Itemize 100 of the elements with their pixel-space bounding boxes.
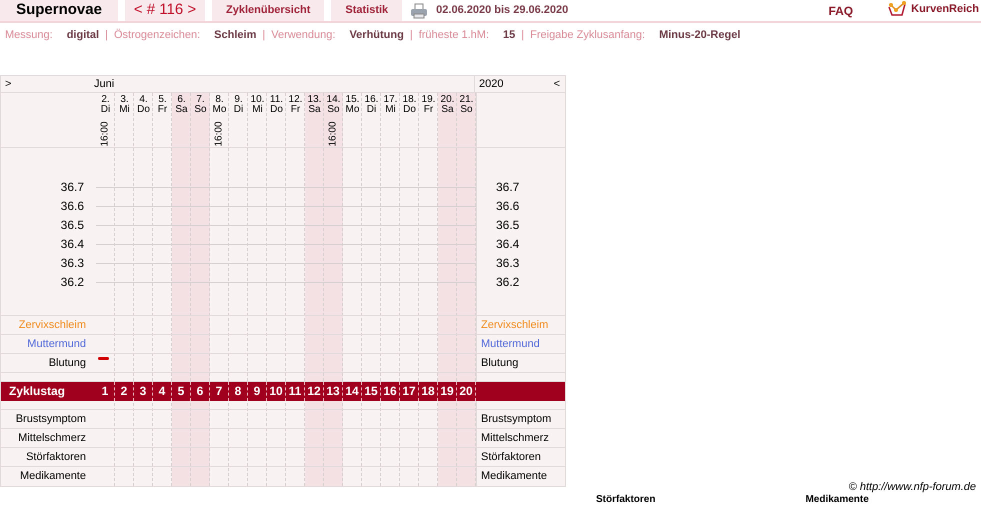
setting-label: Freigabe Zyklusanfang: xyxy=(530,28,646,43)
setting-value: digital xyxy=(66,28,100,43)
date-label: 13. xyxy=(308,95,322,105)
faq-link[interactable]: FAQ xyxy=(828,2,854,20)
weekday-label: Fr xyxy=(424,105,434,115)
setting-value: Verhütung xyxy=(349,28,404,43)
date-label: 4. xyxy=(139,95,148,105)
weekday-label: Do xyxy=(403,105,416,115)
weekday-label: So xyxy=(460,105,473,115)
row-label: Zervixschleim xyxy=(480,318,550,333)
weekday-label: Do xyxy=(270,105,283,115)
row-label: Medikamente xyxy=(480,469,548,484)
separator: | xyxy=(105,28,108,43)
temperature-label: 36.6 xyxy=(496,198,520,215)
weekday-label: Do xyxy=(137,105,150,115)
setting-value: 15 xyxy=(503,28,516,43)
row-label: Blutung xyxy=(48,356,87,371)
separator: | xyxy=(410,28,413,43)
date-label: 14. xyxy=(326,95,340,105)
row-label: Brustsymptom xyxy=(480,412,552,427)
date-label: 17. xyxy=(384,95,398,105)
row-label: Muttermund xyxy=(480,337,541,352)
cycle-day-number: 20 xyxy=(457,382,476,401)
weekday-label: So xyxy=(327,105,340,115)
legend-heading: Medikamente xyxy=(805,494,869,506)
page-title: Supernovae xyxy=(0,0,118,21)
weekday-label: Mi xyxy=(385,105,396,115)
tab[interactable]: Zyklenübersicht xyxy=(212,0,324,21)
weekday-label: Fr xyxy=(158,105,168,115)
chart-logo-icon xyxy=(887,1,908,17)
copyright-link[interactable]: © http://www.nfp-forum.de xyxy=(848,481,976,494)
cycle-day-number: 12 xyxy=(305,382,324,401)
weekday-label: Di xyxy=(234,105,244,115)
weekday-label: Sa xyxy=(175,105,188,115)
row-label: Medikamente xyxy=(18,469,87,484)
cycle-day-number: 4 xyxy=(153,382,172,401)
weekday-label: Fr xyxy=(290,105,300,115)
time-label: 16:00 xyxy=(214,121,224,147)
cycle-day-number: 19 xyxy=(438,382,457,401)
date-label: 5. xyxy=(158,95,167,105)
date-label: 10. xyxy=(250,95,264,105)
cycle-day-number: 11 xyxy=(286,382,305,401)
time-label: 16:00 xyxy=(328,121,338,147)
date-label: 8. xyxy=(215,95,224,105)
legend-heading: Störfaktoren xyxy=(596,494,656,506)
setting-value: Minus-20-Regel xyxy=(659,28,740,43)
date-label: 21. xyxy=(460,95,474,105)
cycle-navigation[interactable]: < # 116 > xyxy=(125,0,205,21)
date-label: 11. xyxy=(270,95,284,105)
row-label: Störfaktoren xyxy=(480,450,542,465)
date-label: 6. xyxy=(177,95,186,105)
date-label: 16. xyxy=(364,95,378,105)
temperature-label: 36.4 xyxy=(496,236,520,253)
setting-value: Schleim xyxy=(214,28,256,43)
row-label: Brustsymptom xyxy=(14,412,87,427)
row-label: Zyklustag xyxy=(8,383,66,400)
row-label: Mittelschmerz xyxy=(17,431,87,446)
cycle-day-number: 13 xyxy=(324,382,343,401)
row-label: Blutung xyxy=(480,356,520,371)
cycle-day-number: 6 xyxy=(191,382,210,401)
next-button[interactable]: < xyxy=(554,76,565,92)
month-label: Juni xyxy=(94,76,116,92)
weekday-label: Di xyxy=(100,105,110,115)
cycle-day-number: 10 xyxy=(267,382,286,401)
temperature-label: 36.7 xyxy=(60,179,84,196)
cycle-day-number: 8 xyxy=(229,382,248,401)
setting-label: Verwendung: xyxy=(271,28,336,43)
date-label: 20. xyxy=(440,95,454,105)
time-label: 16:00 xyxy=(100,121,110,147)
cycle-day-number: 17 xyxy=(400,382,419,401)
date-label: 15. xyxy=(346,95,360,105)
setting-label: früheste 1.hM: xyxy=(418,28,490,43)
date-label: 7. xyxy=(196,95,205,105)
year-label: 2020 xyxy=(474,76,554,92)
weekday-label: Sa xyxy=(441,105,454,115)
date-label: 18. xyxy=(402,95,416,105)
setting-label: Östrogenzeichen: xyxy=(114,28,200,43)
cycle-day-number: 15 xyxy=(362,382,381,401)
temperature-label: 36.7 xyxy=(496,179,520,196)
logo-text[interactable]: KurvenReich xyxy=(911,1,979,18)
temperature-label: 36.4 xyxy=(60,236,84,253)
temperature-label: 36.2 xyxy=(60,274,84,291)
tab[interactable]: Statistik xyxy=(331,0,402,21)
weekday-label: Sa xyxy=(308,105,321,115)
row-label: Störfaktoren xyxy=(25,450,87,465)
temperature-label: 36.5 xyxy=(496,217,520,234)
cycle-day-number: 7 xyxy=(210,382,229,401)
temperature-label: 36.3 xyxy=(60,255,84,272)
cycle-day-number: 3 xyxy=(134,382,153,401)
temperature-label: 36.2 xyxy=(496,274,520,291)
weekday-label: Di xyxy=(366,105,376,115)
setting-label: Messung: xyxy=(5,28,53,43)
previous-button[interactable]: > xyxy=(1,76,94,92)
cycle-day-number: 5 xyxy=(172,382,191,401)
temperature-label: 36.6 xyxy=(60,198,84,215)
date-range: 02.06.2020 bis 29.06.2020 xyxy=(436,3,568,18)
row-label: Muttermund xyxy=(26,337,87,352)
date-label: 19. xyxy=(422,95,436,105)
row-label: Zervixschleim xyxy=(18,318,87,333)
printer-icon[interactable] xyxy=(410,2,428,18)
